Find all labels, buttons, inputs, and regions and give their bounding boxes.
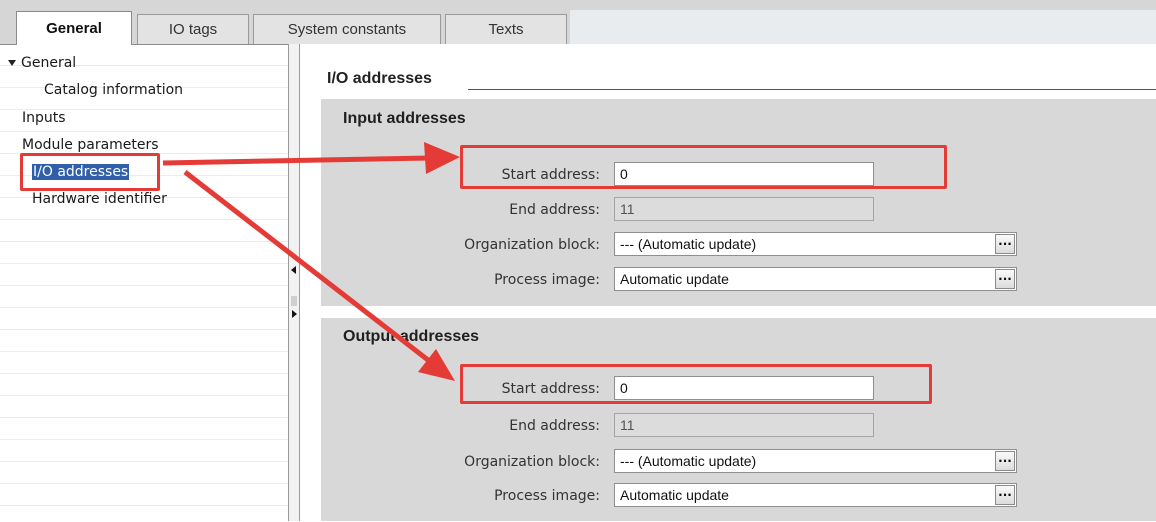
tree-row-separator [0,483,288,484]
tree-row-separator [0,307,288,308]
input-addresses-title: Input addresses [343,110,466,127]
tree-item-catalog-information[interactable]: Catalog information [44,80,183,100]
input-start-address-label: Start address: [501,167,600,183]
tab-texts[interactable]: Texts [445,14,567,44]
tab-bar: General IO tags System constants Texts [0,0,1156,45]
input-organization-block-label: Organization block: [464,237,600,253]
tab-io-tags[interactable]: IO tags [137,14,249,44]
panel-splitter[interactable] [288,44,300,521]
tree-row-separator [0,131,288,132]
tree-item-label: Module parameters [22,137,159,153]
output-start-address-field[interactable]: 0 [614,376,874,400]
output-organization-block-field[interactable]: --- (Automatic update) [614,449,1017,473]
tree-row-separator [0,505,288,506]
collapse-left-icon[interactable] [291,266,296,274]
input-process-image-browse-button[interactable]: ... [995,269,1015,289]
input-end-address-field: 11 [614,197,874,221]
input-organization-block-browse-button[interactable]: ... [995,234,1015,254]
tree-row-separator [0,373,288,374]
tree-item-module-parameters[interactable]: Module parameters [22,135,159,155]
tab-general[interactable]: General [16,11,132,45]
input-end-address-label: End address: [509,202,600,218]
section-divider [468,89,1156,90]
tree-item-inputs[interactable]: Inputs [22,108,66,128]
tab-bar-background [570,10,1156,44]
tree-row-separator [0,219,288,220]
input-start-address-field[interactable]: 0 [614,162,874,186]
output-organization-block-label: Organization block: [464,454,600,470]
tree-item-general[interactable]: General [8,53,76,73]
section-title: I/O addresses [327,70,432,87]
input-organization-block-field[interactable]: --- (Automatic update) [614,232,1017,256]
tree-row-separator [0,395,288,396]
input-process-image-label: Process image: [494,272,600,288]
splitter-grip[interactable] [291,296,297,306]
expand-caret-icon[interactable] [8,60,16,66]
tree-row-separator [0,439,288,440]
tree-item-io-addresses[interactable]: I/O addresses [32,162,130,182]
tree-item-label: Hardware identifier [32,191,167,207]
tree-row-separator [0,417,288,418]
output-organization-block-browse-button[interactable]: ... [995,451,1015,471]
output-process-image-browse-button[interactable]: ... [995,485,1015,505]
tree-row-separator [0,285,288,286]
output-end-address-field: 11 [614,413,874,437]
tree-item-label: Catalog information [44,82,184,98]
tree-item-label: General [21,55,77,71]
tab-system-constants[interactable]: System constants [253,14,441,44]
tree-row-separator [0,241,288,242]
tree-item-label: Inputs [22,110,66,126]
tree-row-separator [0,351,288,352]
output-start-address-label: Start address: [501,381,600,397]
tree-item-hardware-identifier[interactable]: Hardware identifier [32,189,167,209]
output-addresses-title: Output addresses [343,328,480,345]
tree-row-separator [0,329,288,330]
expand-right-icon[interactable] [292,310,297,318]
output-process-image-label: Process image: [494,488,600,504]
tree-row-separator [0,461,288,462]
input-process-image-field[interactable]: Automatic update [614,267,1017,291]
tree-item-label: I/O addresses [32,164,130,180]
output-process-image-field[interactable]: Automatic update [614,483,1017,507]
tree-row-separator [0,263,288,264]
output-end-address-label: End address: [509,418,600,434]
